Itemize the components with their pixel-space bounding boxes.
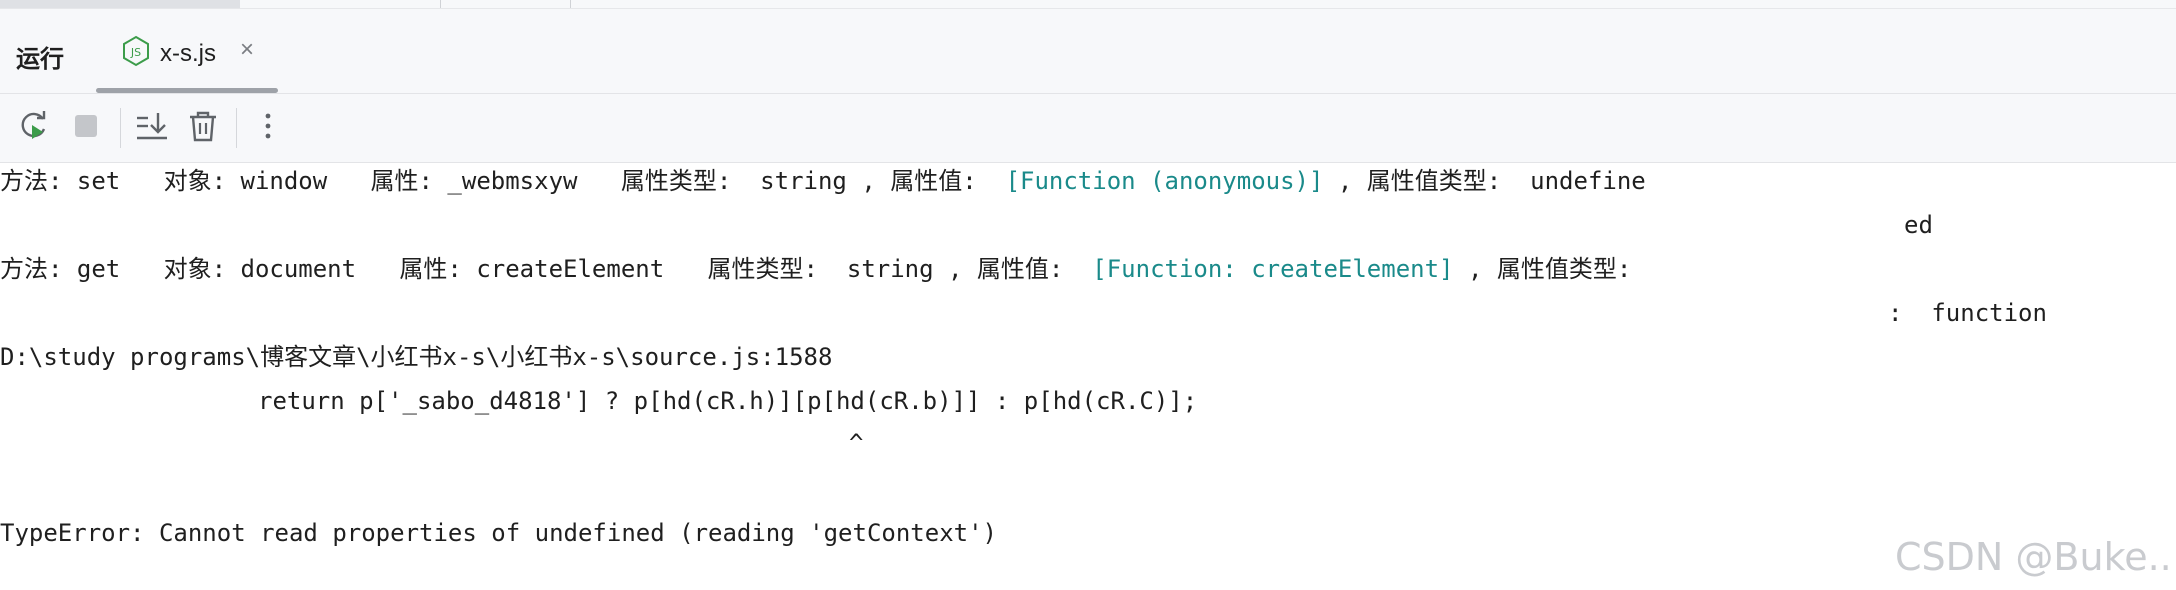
trash-icon — [187, 109, 219, 148]
toolbar-divider — [236, 108, 237, 148]
rerun-icon — [17, 109, 51, 148]
error-code-line: return p['_sabo_d4818'] ? p[hd(cR.h)][p[… — [258, 387, 1198, 415]
console-output[interactable]: 方法: set 对象: window 属性: _webmsxyw 属性类型: s… — [0, 163, 2176, 590]
run-toolbar — [0, 94, 2176, 163]
editor-tab-active[interactable] — [0, 0, 240, 8]
console-line-get: 方法: get 对象: document 属性: createElement 属… — [0, 255, 1631, 283]
log-text: , 属性值类型: undefine — [1323, 167, 1646, 195]
scroll-to-end-button[interactable] — [132, 108, 172, 148]
log-text: 方法: set 对象: window 属性: _webmsxyw 属性类型: s… — [0, 167, 1006, 195]
scroll-to-end-icon — [134, 108, 170, 149]
console-line-wrap: : function — [1888, 299, 2047, 327]
console-line-wrap: ed — [1904, 211, 1933, 239]
editor-tab-strip — [0, 0, 2176, 9]
rerun-button[interactable] — [14, 108, 54, 148]
toolbar-divider — [120, 108, 121, 148]
stop-icon — [72, 112, 100, 145]
tab-divider — [440, 0, 441, 8]
nodejs-icon: JS — [120, 35, 152, 72]
function-value: [Function: createElement] — [1092, 255, 1454, 283]
tab-label: x-s.js — [160, 40, 216, 67]
console-line-set: 方法: set 对象: window 属性: _webmsxyw 属性类型: s… — [0, 167, 1646, 195]
run-tool-window-header: 运行 JS x-s.js × — [0, 9, 2176, 94]
function-value: [Function (anonymous)] — [1005, 167, 1324, 195]
close-tab-icon[interactable]: × — [240, 38, 254, 62]
run-tab-x-s-js[interactable]: JS x-s.js × — [96, 9, 280, 93]
run-panel-title: 运行 — [16, 45, 64, 73]
error-caret: ^ — [849, 429, 864, 457]
stop-button[interactable] — [66, 108, 106, 148]
log-text: 方法: get 对象: document 属性: createElement 属… — [0, 255, 1093, 283]
error-message: TypeError: Cannot read properties of und… — [0, 519, 997, 547]
clear-all-button[interactable] — [183, 108, 223, 148]
more-options-button[interactable] — [248, 108, 288, 148]
more-vertical-icon — [262, 110, 274, 147]
tab-divider — [570, 0, 571, 8]
watermark: CSDN @Buke.. — [1895, 535, 2172, 579]
svg-text:JS: JS — [130, 46, 141, 59]
active-tab-indicator — [96, 88, 278, 93]
error-source-path[interactable]: D:\study programs\博客文章\小红书x-s\小红书x-s\sou… — [0, 343, 832, 371]
log-text: , 属性值类型: — [1453, 255, 1632, 283]
